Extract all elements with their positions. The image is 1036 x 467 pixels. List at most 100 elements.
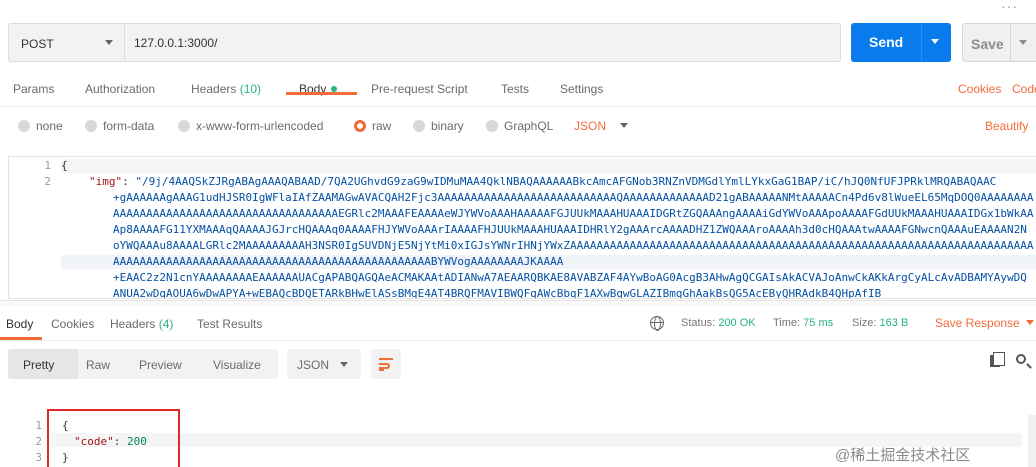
response-format-select[interactable]: JSON	[287, 349, 361, 379]
body-format-select[interactable]: JSON	[574, 119, 629, 133]
request-tabs: Params Authorization Headers (10) Body P…	[0, 74, 1036, 106]
save-button[interactable]: Save	[962, 23, 1036, 62]
save-response-label: Save Response	[935, 316, 1020, 330]
json-colon: :	[122, 175, 136, 188]
tab-headers-count: (10)	[239, 82, 262, 96]
tab-authorization[interactable]: Authorization	[85, 82, 155, 96]
open-brace: {	[61, 159, 68, 172]
resp-tab-body[interactable]: Body	[6, 317, 33, 331]
radio-urlencoded-label: x-www-form-urlencoded	[196, 119, 324, 133]
send-label: Send	[869, 34, 904, 50]
wrap-icon-tail	[379, 369, 384, 371]
code-area: { "img": "/9j/4AAQSkZJRgABAgAAAQABAAD/7Q…	[61, 157, 1036, 299]
chevron-down-icon	[1025, 320, 1034, 325]
beautify-link[interactable]: Beautify	[985, 119, 1028, 133]
tab-headers[interactable]: Headers (10)	[191, 82, 261, 96]
code-line-wrap: +gAAAAAAgAAAG1udHJSR0IgWFlaIAfZAAMAGwAVA…	[113, 191, 1034, 204]
send-chevron-down-icon[interactable]	[931, 39, 939, 44]
tab-tests[interactable]: Tests	[501, 82, 529, 96]
radio-form-data-label: form-data	[103, 119, 155, 133]
response-format-label: JSON	[297, 358, 330, 372]
body-type-radios: none form-data x-www-form-urlencoded raw…	[0, 112, 1036, 140]
code-line-wrap: AAAAAAAAAAAAAAAAAAAAAAAAAAAAAAAAAAEGRlc2…	[113, 207, 1034, 220]
annotation-highlight-box	[47, 409, 180, 467]
radio-urlencoded[interactable]: x-www-form-urlencoded	[178, 119, 323, 133]
view-raw[interactable]: Raw	[86, 358, 110, 372]
radio-circle-icon	[413, 120, 425, 132]
code-line-wrap: AAAAAAAAAAAAAAAAAAAAAAAAAAAAAAAAAAAAAAAA…	[113, 255, 564, 268]
line-gutter: 1 2 3	[8, 415, 48, 467]
copy-icon[interactable]	[990, 352, 1005, 367]
resp-tab-headers-count: (4)	[158, 317, 174, 331]
line-number: 2	[35, 435, 42, 448]
radio-binary[interactable]: binary	[413, 119, 464, 133]
radio-circle-icon	[85, 120, 97, 132]
save-label: Save	[971, 36, 1004, 52]
radio-none-label: none	[36, 119, 63, 133]
top-strip: ···	[0, 0, 1036, 14]
wrap-lines-button[interactable]	[371, 349, 401, 379]
radio-form-data[interactable]: form-data	[85, 119, 154, 133]
resp-tab-cookies[interactable]: Cookies	[51, 317, 94, 331]
save-response-button[interactable]: Save Response	[935, 316, 1034, 330]
radio-circle-icon	[178, 120, 190, 132]
send-divider	[921, 23, 922, 62]
url-input[interactable]: 127.0.0.1:3000/	[124, 23, 841, 62]
view-pretty[interactable]: Pretty	[23, 358, 54, 372]
time-meta: Time: 75 ms	[773, 317, 833, 329]
send-button[interactable]: Send	[851, 23, 951, 62]
radio-circle-icon	[18, 120, 30, 132]
status-value: 200 OK	[718, 317, 756, 329]
globe-icon[interactable]	[650, 316, 664, 331]
line-number: 1	[35, 419, 42, 432]
size-meta: Size: 163 B	[852, 317, 908, 329]
radio-circle-icon	[486, 120, 498, 132]
tab-headers-label: Headers	[191, 82, 237, 96]
radio-graphql[interactable]: GraphQL	[486, 119, 553, 133]
more-icon[interactable]: ···	[1001, 0, 1018, 14]
radio-binary-label: binary	[431, 119, 464, 133]
size-label: Size:	[852, 317, 877, 329]
tab-prerequest-script[interactable]: Pre-request Script	[371, 82, 468, 96]
time-value: 75 ms	[803, 317, 834, 329]
line-number: 2	[44, 175, 51, 188]
radio-none[interactable]: none	[18, 119, 63, 133]
line-number: 3	[35, 451, 42, 464]
tab-settings[interactable]: Settings	[560, 82, 603, 96]
tab-params[interactable]: Params	[13, 82, 54, 96]
radio-raw[interactable]: raw	[354, 119, 391, 133]
radio-graphql-label: GraphQL	[504, 119, 554, 133]
json-key: "img"	[89, 175, 123, 188]
line-gutter: 1 2	[9, 157, 57, 298]
active-tab-underline	[286, 92, 357, 95]
wrap-icon	[379, 358, 393, 360]
resp-tab-headers-label: Headers	[110, 317, 156, 331]
line-number: 1	[44, 159, 51, 172]
view-visualize[interactable]: Visualize	[213, 358, 261, 372]
search-icon[interactable]	[1016, 354, 1026, 364]
method-select[interactable]: POST	[8, 23, 124, 62]
resp-tab-test-results[interactable]: Test Results	[197, 317, 262, 331]
watermark: @稀土掘金技术社区	[835, 447, 971, 464]
code-line: {	[61, 159, 68, 172]
url-value: 127.0.0.1:3000/	[134, 36, 218, 50]
tabs-divider	[0, 106, 1036, 107]
response-divider	[0, 340, 1036, 341]
time-label: Time:	[773, 317, 801, 329]
cookies-link[interactable]: Cookies	[958, 82, 1001, 96]
chevron-down-icon	[620, 123, 629, 128]
save-chevron-down-icon[interactable]	[1019, 40, 1027, 45]
code-line-wrap: ANUA2wDgAOUA6wDwAPYA+wEBAQcBDQETARkBHwEl…	[113, 287, 882, 299]
status-label: Status:	[681, 317, 716, 329]
code-line-wrap: +EAAC2z2N1cnYAAAAAAAAEAAAAAAUACgAPABQAGQ…	[113, 271, 1027, 284]
method-label: POST	[21, 37, 54, 51]
vertical-scrollbar[interactable]	[1028, 415, 1036, 467]
code-link[interactable]: Code	[1012, 82, 1036, 96]
code-line: "img": "/9j/4AAQSkZJRgABAgAAAQABAAD/7QA2…	[89, 175, 996, 188]
resp-tab-headers[interactable]: Headers (4)	[110, 317, 173, 331]
request-body-editor[interactable]: 1 2 { "img": "/9j/4AAQSkZJRgABAgAAAQABAA…	[8, 156, 1036, 299]
view-preview[interactable]: Preview	[139, 358, 182, 372]
chevron-down-icon	[340, 362, 348, 367]
current-line-highlight	[61, 159, 1036, 173]
size-value: 163 B	[879, 317, 909, 329]
